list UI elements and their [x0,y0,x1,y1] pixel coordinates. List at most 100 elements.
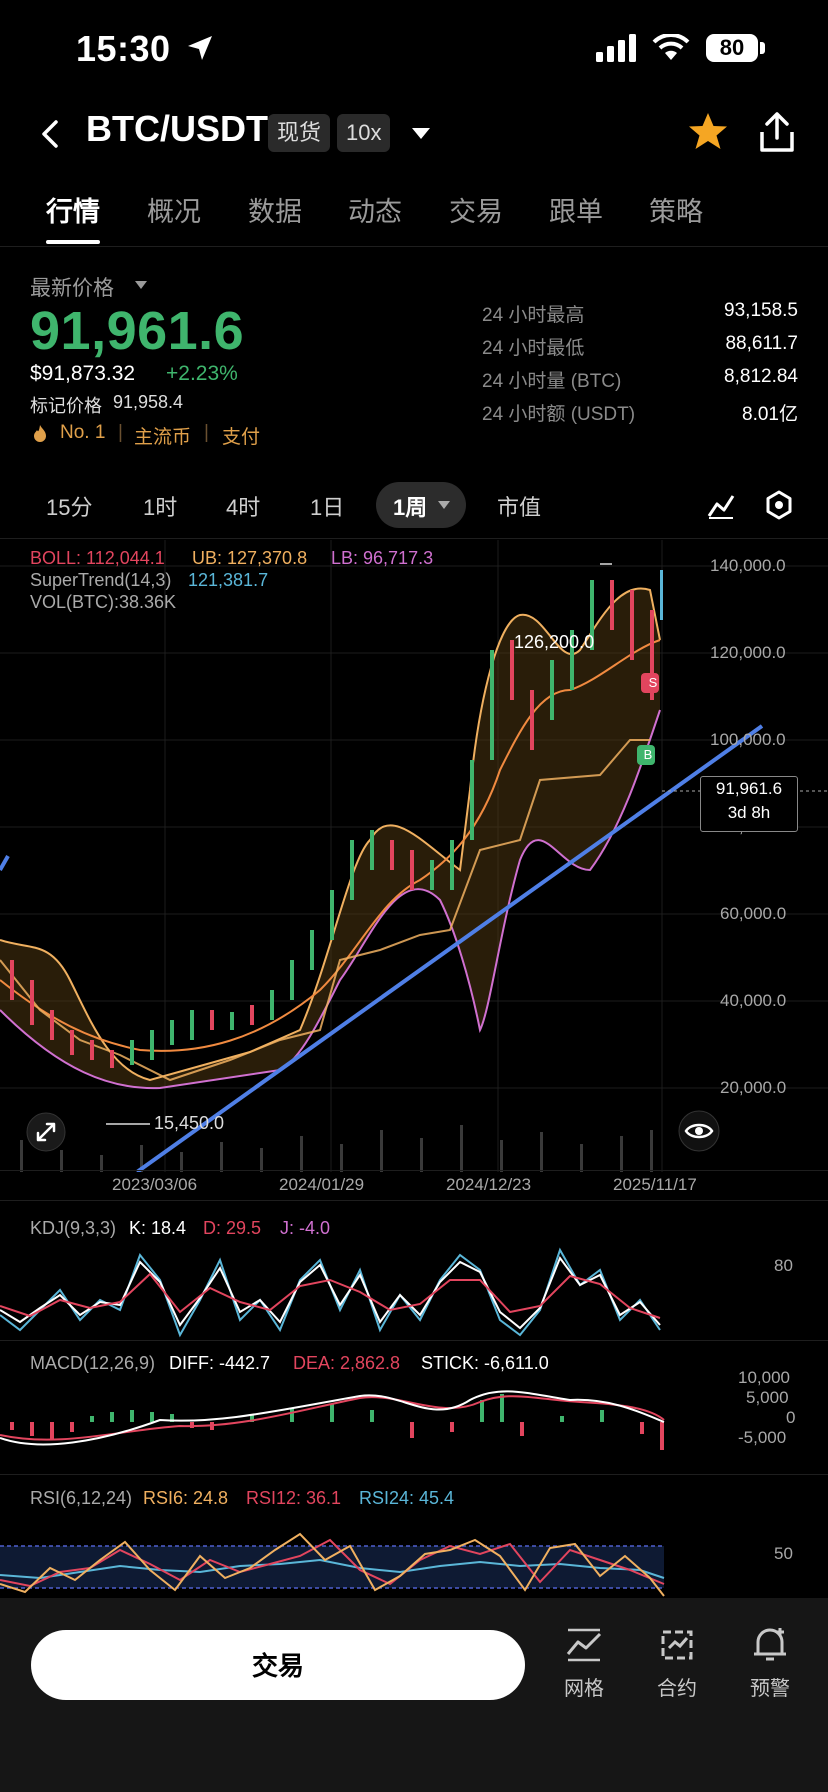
price-label-dropdown-icon[interactable] [134,280,148,290]
kdj-j-value: J: -4.0 [280,1218,331,1238]
y-axis-label: 140,000.0 [710,556,786,575]
macd-axis-label: 0 [786,1408,796,1427]
nav-futures-label: 合约 [657,1678,697,1700]
favorite-star-icon[interactable] [686,110,730,154]
stat-label: 24 小时量 (BTC) [482,371,622,392]
tab-overview[interactable]: 概况 [147,190,201,229]
interval-15m[interactable]: 15分 [46,490,92,522]
nav-grid-label: 网格 [564,1678,604,1700]
macd-legend-label: MACD(12,26,9) [30,1353,156,1373]
low-price-annotation: 15,450.0 [154,1113,225,1133]
kdj-legend-label: KDJ(9,3,3) [30,1218,117,1238]
x-axis-label: 2024/12/23 [446,1175,532,1194]
chart-bottom-axis [0,1170,828,1171]
payment-tag[interactable]: 支付 [222,422,260,449]
kdj-chart[interactable] [0,1240,680,1340]
price-chart[interactable] [0,540,828,1172]
stat-value: 8,812.84 [724,366,798,387]
y-axis-label: 120,000.0 [710,643,786,662]
battery-indicator: 80 [706,34,758,62]
tag-separator: | [204,422,209,443]
chart-settings-icon[interactable] [764,490,794,520]
indicator-chart-icon[interactable] [706,490,736,520]
fullscreen-icon[interactable] [26,1112,66,1152]
price-change: +2.23% [166,362,238,385]
rsi6-value: RSI6: 24.8 [143,1488,229,1508]
kdj-j-line [0,1247,661,1338]
nav-grid[interactable]: 网格 [544,1624,624,1701]
supertrend-legend-value: 121,381.7 [188,570,269,590]
x-axis-label: 2023/03/06 [112,1175,198,1194]
battery-tip [760,42,765,54]
kdj-divider [0,1340,828,1341]
x-axis-label: 2025/11/17 [613,1175,697,1194]
volume-bars [20,1125,653,1172]
spot-tag: 现货 [268,114,331,152]
y-axis-label: 20,000.0 [720,1078,787,1097]
interval-dropdown-icon[interactable] [437,500,451,510]
nav-alert[interactable]: 预警 [730,1624,810,1701]
usd-price: $91,873.32 [30,362,136,385]
price-tag-countdown: 3d 8h [727,803,771,822]
interval-4h[interactable]: 4时 [226,490,260,522]
kdj-d-line [0,1272,661,1319]
interval-market-cap[interactable]: 市值 [497,490,541,522]
trendline-left [0,855,10,871]
status-time: 15:30 [76,28,171,69]
rank-tag[interactable]: No. 1 [60,422,105,444]
location-arrow-icon [188,36,212,60]
tab-copy-trade[interactable]: 跟单 [549,190,603,229]
boll-legend: BOLL: 112,044.1 [30,548,165,568]
rsi-axis-label: 50 [774,1544,793,1563]
trade-button[interactable]: 交易 [31,1630,525,1700]
nav-alert-label: 预警 [750,1678,790,1700]
supertrend-legend-label: SuperTrend(14,3) [30,570,172,590]
rsi-chart[interactable] [0,1520,680,1600]
tab-news[interactable]: 动态 [348,190,402,229]
current-price-tag: 91,961.6 3d 8h [700,776,798,832]
main-tabs: 行情 概况 数据 动态 交易 跟单 策略 [0,190,828,244]
active-tab-indicator [46,240,100,244]
tab-trade[interactable]: 交易 [449,190,503,229]
pair-title[interactable]: BTC/USDT [86,108,268,150]
price-tag-value: 91,961.6 [715,779,783,798]
macd-chart[interactable] [0,1380,680,1470]
pair-dropdown-icon[interactable] [410,126,432,142]
kdj-axis-label: 80 [774,1256,793,1275]
category-tag[interactable]: 主流币 [134,422,191,449]
stat-label: 24 小时最高 [482,305,585,326]
buy-label: B [643,747,653,762]
axis-divider [0,1200,828,1201]
macd-diff-value: DIFF: -442.7 [169,1353,271,1373]
high-price-annotation: 126,200.0 [514,632,595,652]
back-arrow-icon[interactable] [38,118,62,150]
tab-market[interactable]: 行情 [46,190,100,229]
macd-divider [0,1474,828,1475]
stat-value: 88,611.7 [725,333,798,354]
last-price: 91,961.6 [30,301,245,361]
mark-price-label: 标记价格 [30,396,102,416]
stat-label: 24 小时最低 [482,338,585,359]
y-axis-label: 60,000.0 [720,904,787,923]
interval-1d[interactable]: 1日 [310,490,344,522]
macd-stick-value: STICK: -6,611.0 [421,1353,549,1373]
latest-price-label[interactable]: 最新价格 [30,272,114,302]
eye-icon[interactable] [678,1110,720,1152]
share-icon[interactable] [756,110,798,154]
tab-strategy[interactable]: 策略 [649,190,703,229]
alert-bell-icon [754,1628,786,1661]
macd-axis-label: -5,000 [738,1428,787,1447]
rsi24-value: RSI24: 45.4 [359,1488,455,1508]
boll-band-fill [0,588,660,1089]
leverage-tag: 10x [337,114,391,152]
stat-row: 24 小时额 (USDT) 8.01亿 [482,399,798,429]
interval-1w[interactable]: 1周 [393,490,427,522]
y-axis-label: 100,000.0 [710,730,786,749]
nav-futures[interactable]: 合约 [637,1624,717,1701]
tag-separator: | [118,422,123,443]
kdj-k-value: K: 18.4 [129,1218,187,1238]
sell-label: S [648,675,658,690]
stat-row: 24 小时量 (BTC) 8,812.84 [482,366,798,396]
tab-data[interactable]: 数据 [248,190,302,229]
interval-1h[interactable]: 1时 [143,490,177,522]
